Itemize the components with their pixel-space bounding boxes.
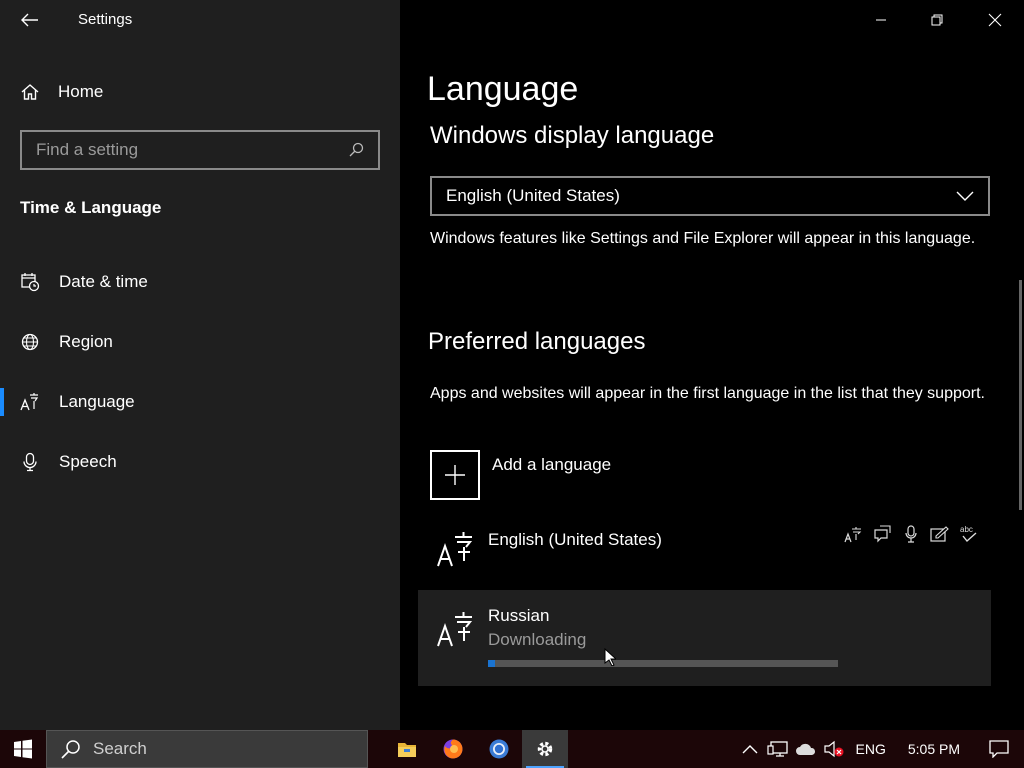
display-language-dropdown[interactable]: English (United States): [430, 176, 990, 216]
chevron-down-icon: [956, 191, 974, 201]
dropdown-value: English (United States): [446, 186, 620, 205]
scrollbar[interactable]: [1019, 280, 1022, 510]
back-arrow-icon: [21, 13, 38, 27]
language-features: abc: [842, 524, 979, 544]
sidebar-item-date-time[interactable]: Date & time: [0, 262, 400, 302]
sidebar-item-label: Region: [59, 332, 113, 351]
input-language-indicator[interactable]: ENG: [848, 741, 894, 757]
download-progress-bar: [488, 660, 838, 667]
add-language-label: Add a language: [492, 455, 612, 474]
network-icon[interactable]: [764, 730, 792, 768]
taskbar-search-placeholder: Search: [93, 739, 147, 758]
spell-check-icon: abc: [958, 524, 979, 544]
app-title: Settings: [78, 11, 133, 28]
mouse-cursor-icon: [604, 648, 616, 666]
language-pack-icon: [842, 524, 863, 544]
calendar-clock-icon: [20, 272, 40, 292]
sidebar-item-speech[interactable]: Speech: [0, 442, 400, 482]
action-center-icon[interactable]: [974, 730, 1024, 768]
taskbar-search-input[interactable]: Search: [46, 730, 368, 768]
microphone-icon: [20, 452, 40, 472]
display-language-heading: Windows display language: [430, 122, 715, 149]
sidebar-home[interactable]: Home: [20, 80, 103, 104]
language-name: Russian: [488, 606, 550, 625]
search-icon: [61, 740, 80, 759]
globe-icon: [20, 332, 40, 352]
sidebar-item-label: Language: [59, 392, 135, 411]
back-button[interactable]: [14, 6, 46, 34]
progress-fill: [488, 660, 495, 667]
display-language-description: Windows features like Settings and File …: [430, 230, 976, 247]
search-icon: [349, 142, 364, 157]
close-icon: [988, 13, 1002, 27]
close-button[interactable]: [972, 0, 1018, 40]
settings-icon: [537, 741, 553, 757]
home-label: Home: [58, 82, 104, 101]
spell-check-abc-text: abc: [960, 525, 973, 534]
main-content: Language Windows display language Englis…: [400, 0, 1024, 730]
minimize-button[interactable]: [858, 0, 904, 40]
plus-icon: [430, 450, 480, 500]
search-placeholder: Find a setting: [36, 140, 139, 159]
language-glyph-icon: [437, 612, 473, 647]
home-icon: [21, 84, 39, 100]
chevron-up-icon[interactable]: [736, 730, 764, 768]
restore-button[interactable]: [914, 0, 960, 40]
sidebar-item-language[interactable]: Language: [0, 382, 400, 422]
sidebar-item-label: Date & time: [59, 272, 148, 291]
text-to-speech-icon: [900, 524, 921, 544]
settings-search-input[interactable]: Find a setting: [20, 130, 380, 170]
taskbar-firefox[interactable]: [430, 730, 476, 768]
sidebar-item-label: Speech: [59, 452, 117, 471]
file-explorer-icon: [398, 743, 416, 757]
language-glyph-icon: [437, 532, 473, 567]
taskbar-file-explorer[interactable]: [384, 730, 430, 768]
chrome-icon: [489, 739, 509, 759]
language-item-english[interactable]: English (United States) abc: [418, 514, 991, 588]
speech-recognition-icon: [871, 524, 892, 544]
sidebar-item-region[interactable]: Region: [0, 322, 400, 362]
taskbar-settings[interactable]: [522, 730, 568, 768]
windows-logo-icon: [14, 739, 32, 759]
start-button[interactable]: [0, 730, 46, 768]
language-item-russian[interactable]: Russian Downloading: [418, 590, 991, 686]
preferred-languages-description: Apps and websites will appear in the fir…: [430, 385, 985, 402]
language-icon: [20, 392, 40, 412]
section-title: Time & Language: [20, 198, 162, 217]
sidebar: Settings Home Find a setting Time & Lang…: [0, 0, 400, 730]
clock[interactable]: 5:05 PM: [894, 741, 974, 757]
language-status: Downloading: [488, 630, 587, 649]
handwriting-icon: [929, 524, 950, 544]
volume-muted-icon[interactable]: [820, 730, 848, 768]
taskbar-chrome[interactable]: [476, 730, 522, 768]
language-name: English (United States): [488, 530, 662, 549]
page-title: Language: [427, 70, 579, 108]
add-language-button[interactable]: Add a language: [430, 450, 611, 500]
minimize-icon: [876, 19, 886, 21]
preferred-languages-heading: Preferred languages: [428, 328, 646, 355]
restore-icon: [931, 14, 943, 26]
firefox-icon: [443, 739, 463, 759]
onedrive-icon[interactable]: [792, 730, 820, 768]
taskbar: Search ENG 5:05 PM: [0, 730, 1024, 768]
system-tray: ENG 5:05 PM: [736, 730, 1024, 768]
